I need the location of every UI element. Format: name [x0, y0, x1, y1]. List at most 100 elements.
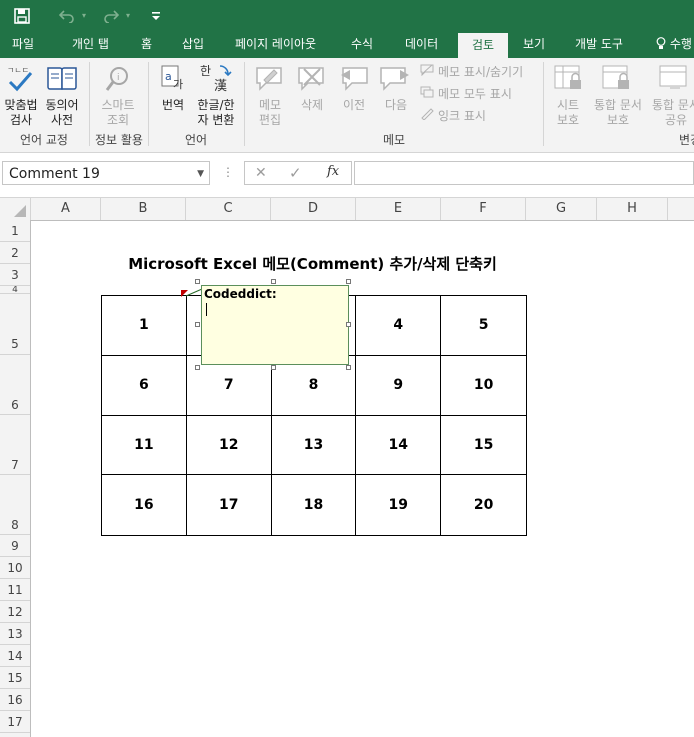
show-all-comments-button[interactable]: 메모 모두 표시: [420, 84, 512, 102]
grid-cell[interactable]: 10: [441, 356, 526, 416]
tab-insert[interactable]: 삽입: [182, 31, 204, 58]
resize-handle[interactable]: [346, 365, 351, 370]
row-header[interactable]: 3: [0, 264, 30, 286]
row-header[interactable]: 5: [0, 294, 30, 355]
resize-handle[interactable]: [346, 279, 351, 284]
select-all-corner[interactable]: [0, 198, 31, 220]
hangul-hanja-convert-button[interactable]: 한글/한 자 변환: [192, 98, 240, 128]
edit-comment-icon: [254, 64, 286, 96]
group-divider: [543, 62, 544, 146]
insert-function-icon[interactable]: fx: [327, 164, 339, 179]
grid-cell[interactable]: 13: [271, 415, 357, 476]
smart-lookup-icon: i: [104, 65, 132, 97]
grid-cell[interactable]: 4: [356, 296, 442, 356]
grid-cell[interactable]: 17: [187, 475, 272, 535]
undo-icon[interactable]: [56, 0, 78, 31]
tab-data[interactable]: 데이터: [405, 31, 438, 58]
resize-handle[interactable]: [271, 365, 276, 370]
show-hide-comment-icon: [420, 64, 434, 79]
column-header-h[interactable]: H: [597, 198, 668, 220]
undo-dropdown-icon[interactable]: ▾: [78, 0, 90, 31]
column-header-partial[interactable]: [668, 198, 694, 220]
row-header[interactable]: 7: [0, 415, 30, 475]
grid-cell[interactable]: 11: [102, 415, 187, 476]
spell-check-button[interactable]: 맞춤법 검사: [2, 98, 40, 128]
row-header[interactable]: 11: [0, 579, 30, 601]
grid-cell[interactable]: 14: [356, 415, 442, 476]
column-header-f[interactable]: F: [441, 198, 526, 220]
row-header[interactable]: 4: [0, 286, 30, 294]
resize-handle[interactable]: [195, 322, 200, 327]
next-comment-button[interactable]: 다음: [380, 98, 412, 113]
row-header[interactable]: 9: [0, 535, 30, 557]
row-header[interactable]: 14: [0, 645, 30, 667]
column-header-e[interactable]: E: [356, 198, 441, 220]
translate-button[interactable]: 번역: [156, 98, 190, 113]
row-header[interactable]: 8: [0, 475, 30, 535]
column-header-d[interactable]: D: [271, 198, 356, 220]
cancel-icon[interactable]: ✕: [255, 165, 267, 181]
column-header-b[interactable]: B: [101, 198, 186, 220]
sheet-title-cell[interactable]: Microsoft Excel 메모(Comment) 추가/삭제 단축키: [31, 250, 594, 278]
thesaurus-button[interactable]: 동의어 사전: [42, 98, 82, 128]
edit-comment-button[interactable]: 메모 편집: [254, 98, 286, 128]
resize-handle[interactable]: [195, 279, 200, 284]
resize-handle[interactable]: [346, 322, 351, 327]
share-workbook-button[interactable]: 통합 문서 공유: [648, 98, 694, 128]
grid-cell[interactable]: 9: [356, 355, 442, 416]
resize-handle[interactable]: [271, 279, 276, 284]
row-header[interactable]: 13: [0, 623, 30, 645]
row-header[interactable]: 15: [0, 667, 30, 689]
grid-cell[interactable]: 12: [186, 415, 272, 476]
row-header[interactable]: 12: [0, 601, 30, 623]
svg-text:a: a: [165, 70, 172, 83]
row-header[interactable]: 1: [0, 220, 30, 242]
tab-view[interactable]: 보기: [523, 31, 545, 58]
formula-input[interactable]: [354, 161, 694, 185]
grid-cell[interactable]: 16: [102, 475, 187, 535]
tab-formulas[interactable]: 수식: [351, 31, 373, 58]
formula-bar-grip-icon[interactable]: ⋮: [222, 165, 234, 179]
tab-file[interactable]: 파일: [12, 31, 34, 58]
enter-icon[interactable]: ✓: [289, 164, 302, 182]
row-header[interactable]: 17: [0, 711, 30, 733]
translate-icon: a가: [160, 64, 188, 96]
resize-handle[interactable]: [195, 365, 200, 370]
redo-icon[interactable]: [100, 0, 122, 31]
formula-bar-buttons: ✕ ✓ fx: [244, 161, 352, 185]
tab-personal[interactable]: 개인 탭: [72, 31, 109, 58]
smart-lookup-button[interactable]: 스마트 조회: [96, 98, 140, 128]
redo-dropdown-icon[interactable]: ▾: [122, 0, 134, 31]
grid-cell[interactable]: 19: [356, 475, 442, 535]
grid-cell[interactable]: 1: [102, 296, 187, 356]
row-header[interactable]: 10: [0, 557, 30, 579]
grid-cell[interactable]: 18: [272, 475, 357, 535]
show-ink-button[interactable]: 잉크 표시: [420, 106, 486, 124]
column-header-c[interactable]: C: [186, 198, 271, 220]
row-header[interactable]: 2: [0, 242, 30, 264]
tab-developer[interactable]: 개발 도구: [575, 31, 623, 58]
show-hide-comment-button[interactable]: 메모 표시/숨기기: [420, 62, 523, 80]
protect-sheet-button[interactable]: 시트 보호: [550, 98, 586, 128]
customize-quick-access-icon[interactable]: [148, 0, 164, 31]
grid-cell[interactable]: 20: [441, 475, 526, 535]
row-header[interactable]: 16: [0, 689, 30, 711]
tab-page-layout[interactable]: 페이지 레이아웃: [235, 31, 316, 58]
tab-home[interactable]: 홈: [141, 31, 152, 58]
protect-workbook-button[interactable]: 통합 문서 보호: [590, 98, 646, 128]
comment-box[interactable]: Codeddict:: [201, 285, 349, 365]
column-header-g[interactable]: G: [526, 198, 597, 220]
grid-cell[interactable]: 5: [441, 296, 526, 356]
column-header-a[interactable]: A: [31, 198, 101, 220]
save-icon[interactable]: [10, 0, 34, 31]
delete-comment-button[interactable]: 삭제: [296, 98, 328, 113]
ribbon: ㄱㄴㄷ 맞춤법 검사 동의어 사전 언어 교정 i 스마트 조회 정보 활용 a…: [0, 58, 694, 153]
previous-comment-button[interactable]: 이전: [338, 98, 370, 113]
name-box-dropdown-icon[interactable]: ▼: [197, 162, 204, 186]
grid-cell[interactable]: 6: [102, 355, 187, 416]
row-header[interactable]: 6: [0, 355, 30, 415]
tell-me-search[interactable]: 수행: [656, 31, 692, 58]
grid-cell[interactable]: 15: [441, 416, 526, 476]
name-box[interactable]: Comment 19 ▼: [2, 161, 210, 185]
tab-review[interactable]: 검토: [458, 33, 508, 58]
